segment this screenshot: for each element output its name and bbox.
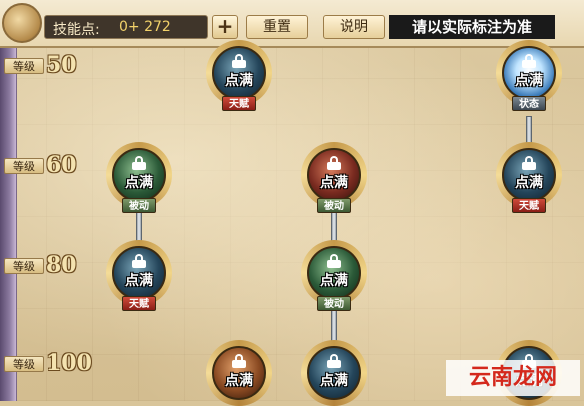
- skill-status: 点满: [225, 373, 253, 389]
- skill-points-label: 技能点:: [53, 22, 100, 38]
- notice-banner: 请以实际标注为准: [389, 15, 555, 39]
- skill-node[interactable]: 点满 天赋: [106, 240, 172, 311]
- skill-type-tag: 天赋: [222, 96, 256, 111]
- skill-status: 点满: [515, 175, 543, 191]
- skill-connector: [331, 212, 337, 242]
- skill-connector: [526, 116, 532, 144]
- level-label: 等级: [4, 356, 44, 372]
- level-value: 100: [46, 350, 92, 376]
- avatar[interactable]: [2, 3, 42, 43]
- skill-status: 点满: [225, 73, 253, 89]
- skill-type-tag: 天赋: [122, 296, 156, 311]
- skill-node[interactable]: 点满: [206, 340, 272, 406]
- level-plate-80: 等级 80: [0, 252, 100, 278]
- level-plate-50: 等级 50: [0, 52, 100, 78]
- skill-status: 点满: [515, 73, 543, 89]
- skill-connector: [331, 310, 337, 344]
- skill-type-tag: 被动: [317, 198, 351, 213]
- level-value: 50: [46, 52, 77, 78]
- level-plate-60: 等级 60: [0, 152, 100, 178]
- skill-points-value: 0+ 272: [119, 19, 171, 35]
- lock-icon: [232, 54, 246, 68]
- skill-status: 点满: [320, 373, 348, 389]
- lock-icon: [132, 156, 146, 170]
- lock-icon: [522, 54, 536, 68]
- skill-node[interactable]: 点满 被动: [106, 142, 172, 213]
- skill-status: 点满: [320, 273, 348, 289]
- lock-icon: [327, 156, 341, 170]
- reset-button[interactable]: 重置: [246, 15, 308, 39]
- skill-node[interactable]: 点满: [301, 340, 367, 406]
- skill-status: 点满: [125, 175, 153, 191]
- skill-status: 点满: [320, 175, 348, 191]
- level-plate-100: 等级 100: [0, 350, 100, 376]
- add-skill-point-button[interactable]: +: [212, 15, 238, 39]
- skill-points-display: 技能点: 0+ 272: [44, 15, 208, 39]
- level-label: 等级: [4, 158, 44, 174]
- level-value: 80: [46, 252, 77, 278]
- lock-icon: [132, 254, 146, 268]
- skill-type-tag: 被动: [122, 198, 156, 213]
- level-label: 等级: [4, 258, 44, 274]
- level-value: 60: [46, 152, 77, 178]
- skill-connector: [136, 212, 142, 242]
- skill-type-tag: 状态: [512, 96, 546, 111]
- lock-icon: [327, 254, 341, 268]
- skill-type-tag: 天赋: [512, 198, 546, 213]
- skill-node[interactable]: 点满 天赋: [206, 40, 272, 111]
- lock-icon: [522, 156, 536, 170]
- watermark: 云南龙网: [446, 360, 580, 396]
- level-label: 等级: [4, 58, 44, 74]
- skill-node[interactable]: 点满 被动: [301, 240, 367, 311]
- lock-icon: [232, 354, 246, 368]
- help-button[interactable]: 说明: [323, 15, 385, 39]
- skill-type-tag: 被动: [317, 296, 351, 311]
- skill-node[interactable]: 点满 被动: [301, 142, 367, 213]
- skill-node[interactable]: 点满 状态: [496, 40, 562, 111]
- skill-status: 点满: [125, 273, 153, 289]
- lock-icon: [327, 354, 341, 368]
- skill-node[interactable]: 点满 天赋: [496, 142, 562, 213]
